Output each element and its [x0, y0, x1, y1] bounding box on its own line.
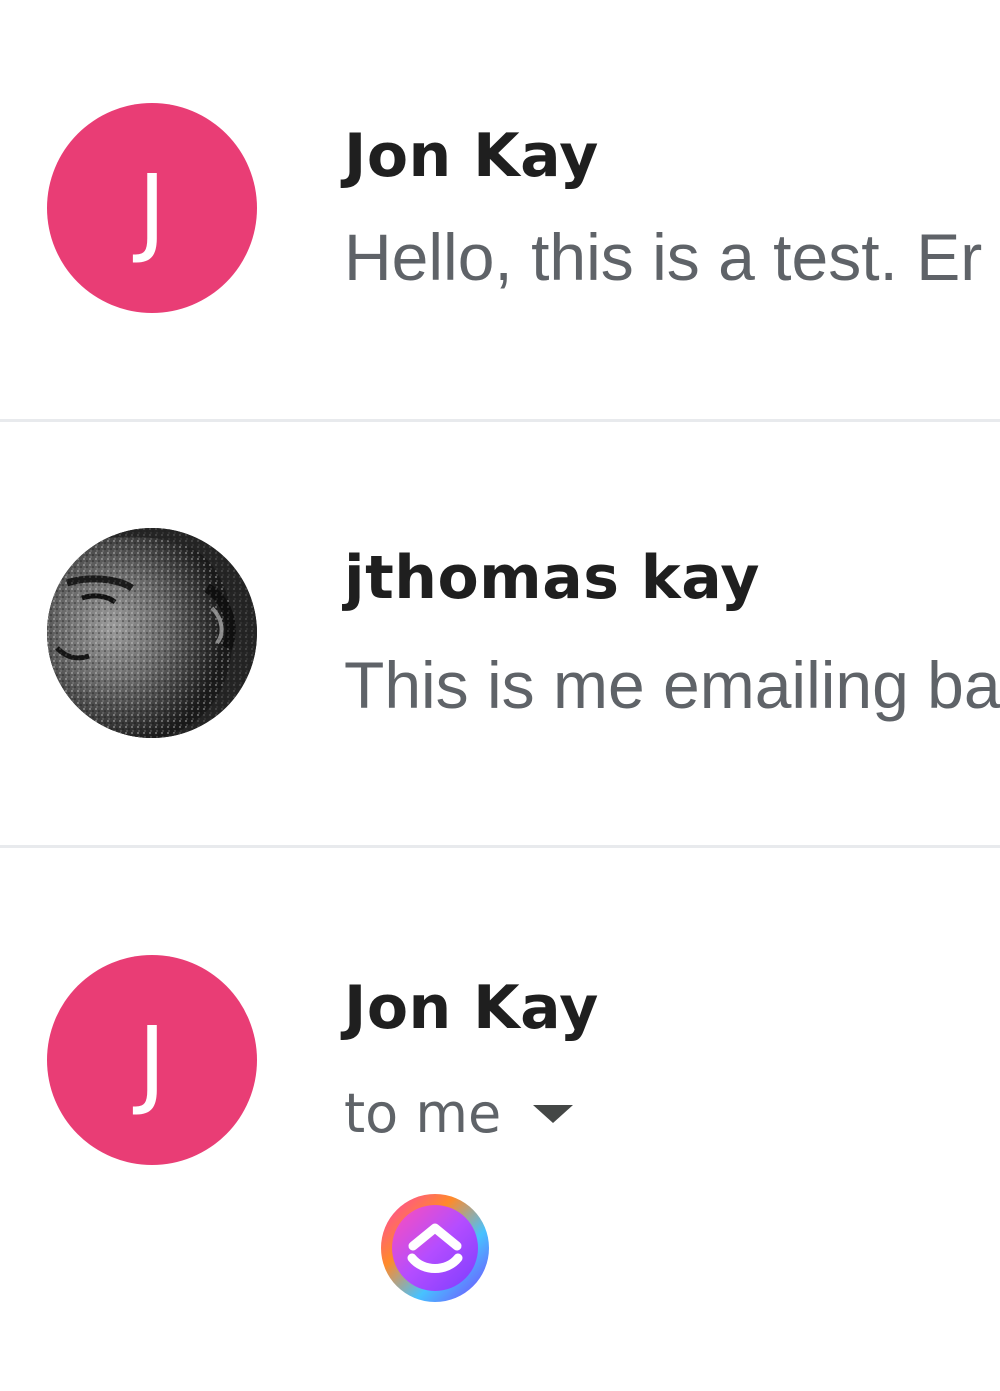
recipient-details-toggle[interactable]: to me	[344, 1082, 574, 1145]
sender-name[interactable]: Jon Kay	[344, 978, 599, 1038]
message-item[interactable]: jthomas kay This is me emailing ba	[0, 422, 1000, 845]
avatar[interactable]: J	[47, 955, 257, 1165]
message-snippet: Hello, this is a test. Er	[344, 220, 983, 294]
avatar[interactable]: J	[47, 103, 257, 313]
sender-name[interactable]: jthomas kay	[344, 548, 760, 608]
message-item[interactable]: J Jon Kay Hello, this is a test. Er	[0, 0, 1000, 420]
avatar-letter: J	[137, 154, 167, 266]
message-snippet: This is me emailing ba	[344, 648, 1000, 722]
profile-photo	[47, 528, 257, 738]
avatar-letter: J	[137, 1006, 167, 1118]
clickup-icon[interactable]	[379, 1192, 491, 1304]
avatar[interactable]	[47, 528, 257, 738]
sender-name[interactable]: Jon Kay	[344, 126, 599, 186]
caret-down-icon[interactable]	[533, 1105, 574, 1123]
recipient-label: to me	[344, 1082, 502, 1145]
